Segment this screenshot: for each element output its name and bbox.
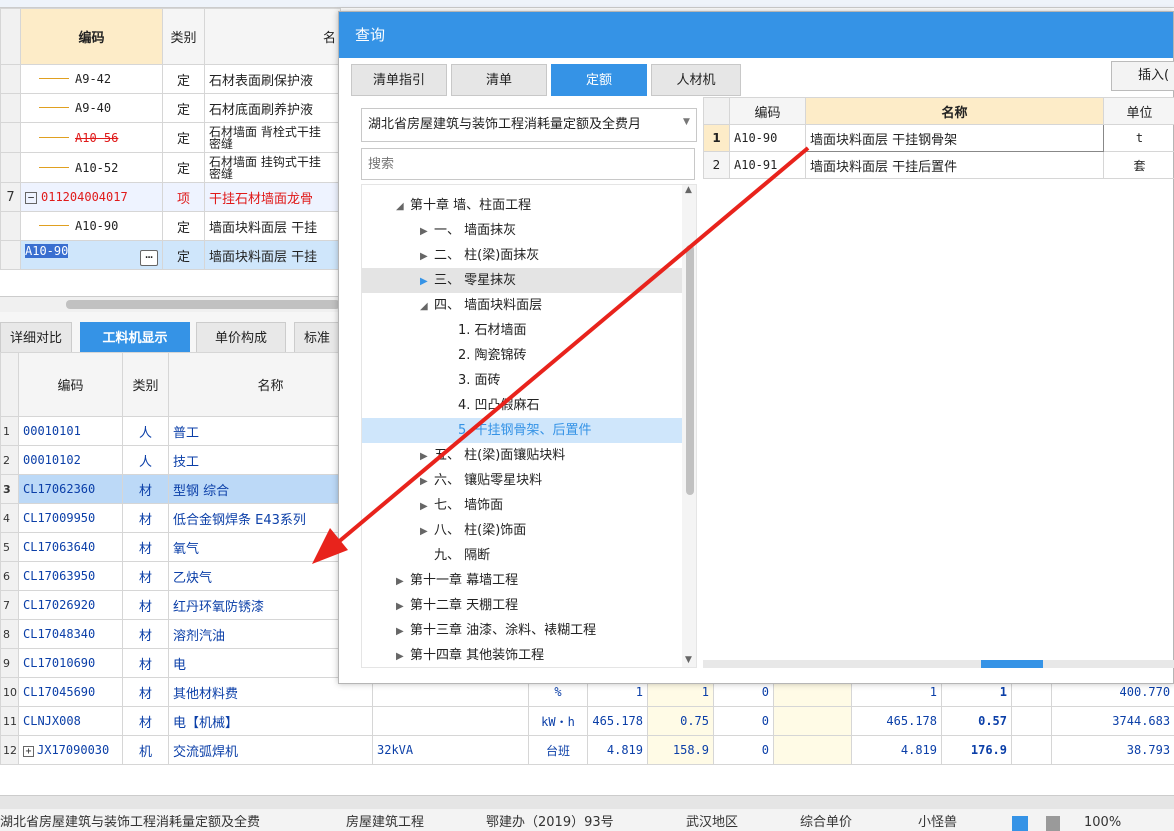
arrowhead (312, 528, 348, 564)
arrow-line (334, 146, 810, 546)
annotation-arrow (312, 146, 810, 564)
